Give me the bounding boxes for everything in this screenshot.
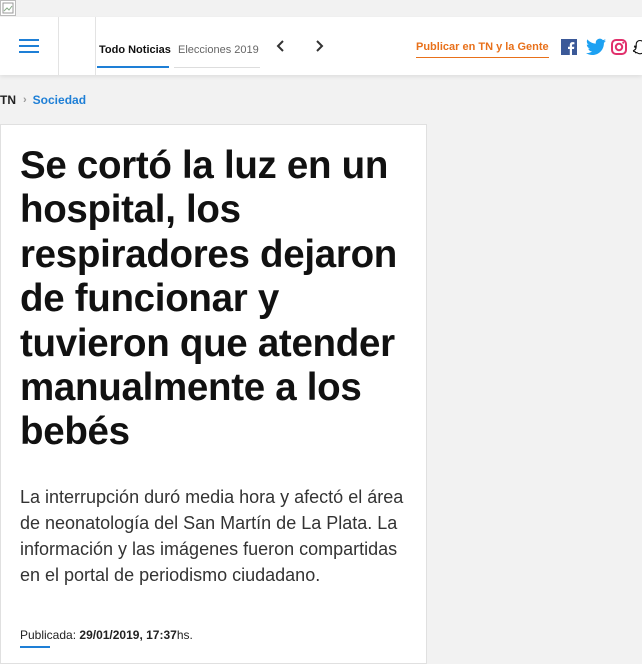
- instagram-icon[interactable]: [611, 38, 627, 56]
- chevron-right-icon[interactable]: [312, 39, 326, 53]
- tab-divider: [174, 67, 260, 68]
- breadcrumb-section-link[interactable]: Sociedad: [33, 93, 86, 107]
- publish-date: Publicada: 29/01/2019, 17:37hs.: [20, 628, 193, 642]
- article-lede: La interrupción duró media hora y afectó…: [20, 487, 404, 585]
- snapchat-icon[interactable]: [632, 38, 642, 56]
- breadcrumb: TN › Sociedad: [0, 93, 86, 107]
- twitter-icon[interactable]: [586, 38, 606, 56]
- article-headline: Se cortó la luz en un hospital, los resp…: [20, 144, 398, 454]
- published-label: Publicada:: [20, 628, 77, 642]
- menu-icon-line: [19, 51, 39, 53]
- published-date-value: 29/01/2019, 17:37: [79, 628, 177, 642]
- chevron-left-icon[interactable]: [274, 39, 288, 53]
- site-header: Todo Noticias Elecciones 2019 Publicar e…: [0, 17, 642, 75]
- tab-todo-noticias[interactable]: Todo Noticias: [99, 44, 171, 56]
- publish-in-tn-link[interactable]: Publicar en TN y la Gente: [416, 41, 549, 58]
- facebook-icon[interactable]: [561, 38, 577, 56]
- breadcrumb-home-link[interactable]: TN: [0, 93, 16, 107]
- hamburger-menu-button[interactable]: [12, 33, 46, 59]
- published-suffix: hs.: [176, 628, 193, 642]
- broken-image-icon: [0, 0, 16, 16]
- tab-elecciones-2019[interactable]: Elecciones 2019: [178, 44, 259, 56]
- chevron-right-icon: ›: [23, 94, 27, 106]
- menu-icon-line: [19, 45, 39, 47]
- active-tab-indicator: [97, 66, 169, 68]
- logo-slot[interactable]: [58, 17, 96, 75]
- menu-icon-line: [19, 39, 39, 41]
